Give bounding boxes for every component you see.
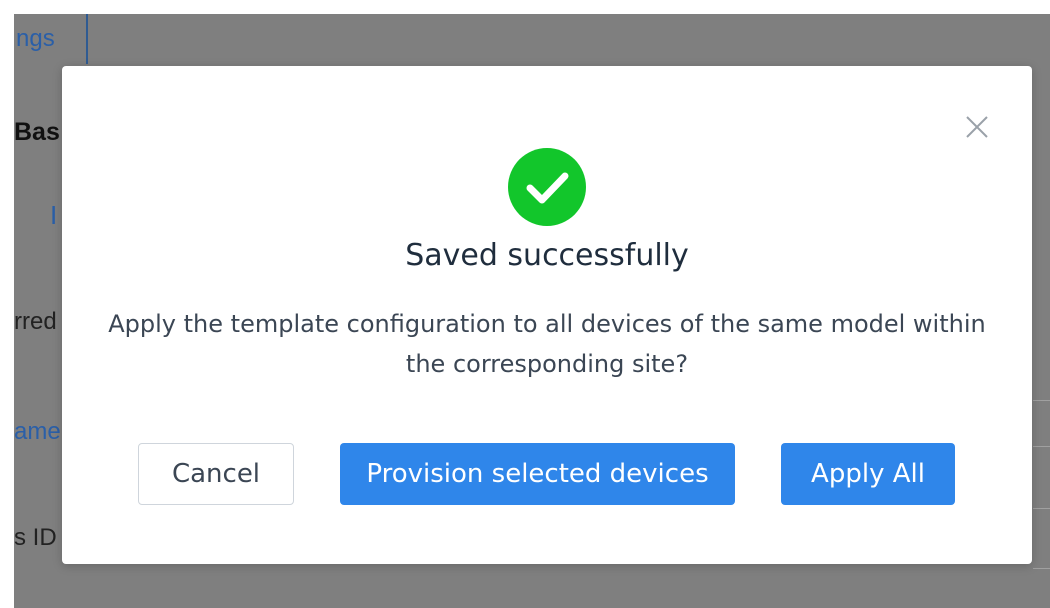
success-check-icon — [508, 148, 586, 226]
field-label-id: s ID — [14, 524, 57, 551]
apply-all-button-label: Apply All — [811, 459, 925, 489]
cancel-button[interactable]: Cancel — [138, 443, 294, 505]
close-icon — [966, 116, 988, 138]
tab-settings-label: ngs — [16, 25, 55, 52]
divider — [1033, 508, 1050, 509]
dialog-title: Saved successfully — [405, 238, 689, 273]
divider — [1033, 568, 1050, 569]
field-label-preferred: rred — [14, 308, 57, 335]
dialog-message: Apply the template configuration to all … — [108, 310, 986, 378]
cancel-button-label: Cancel — [171, 459, 261, 489]
divider — [1033, 400, 1050, 401]
divider — [1033, 446, 1050, 447]
tab-settings: ngs — [14, 14, 88, 64]
field-label-name: ame — [14, 418, 61, 445]
page-left-edge — [0, 0, 14, 608]
close-button[interactable] — [964, 114, 990, 140]
save-success-dialog: Saved successfully Apply the template co… — [62, 66, 1032, 564]
page-top-edge — [0, 0, 1050, 14]
provision-button-label: Provision selected devices — [366, 459, 709, 489]
apply-all-button[interactable]: Apply All — [781, 443, 955, 505]
provision-selected-devices-button[interactable]: Provision selected devices — [340, 443, 735, 505]
section-heading: Bas — [14, 118, 60, 146]
